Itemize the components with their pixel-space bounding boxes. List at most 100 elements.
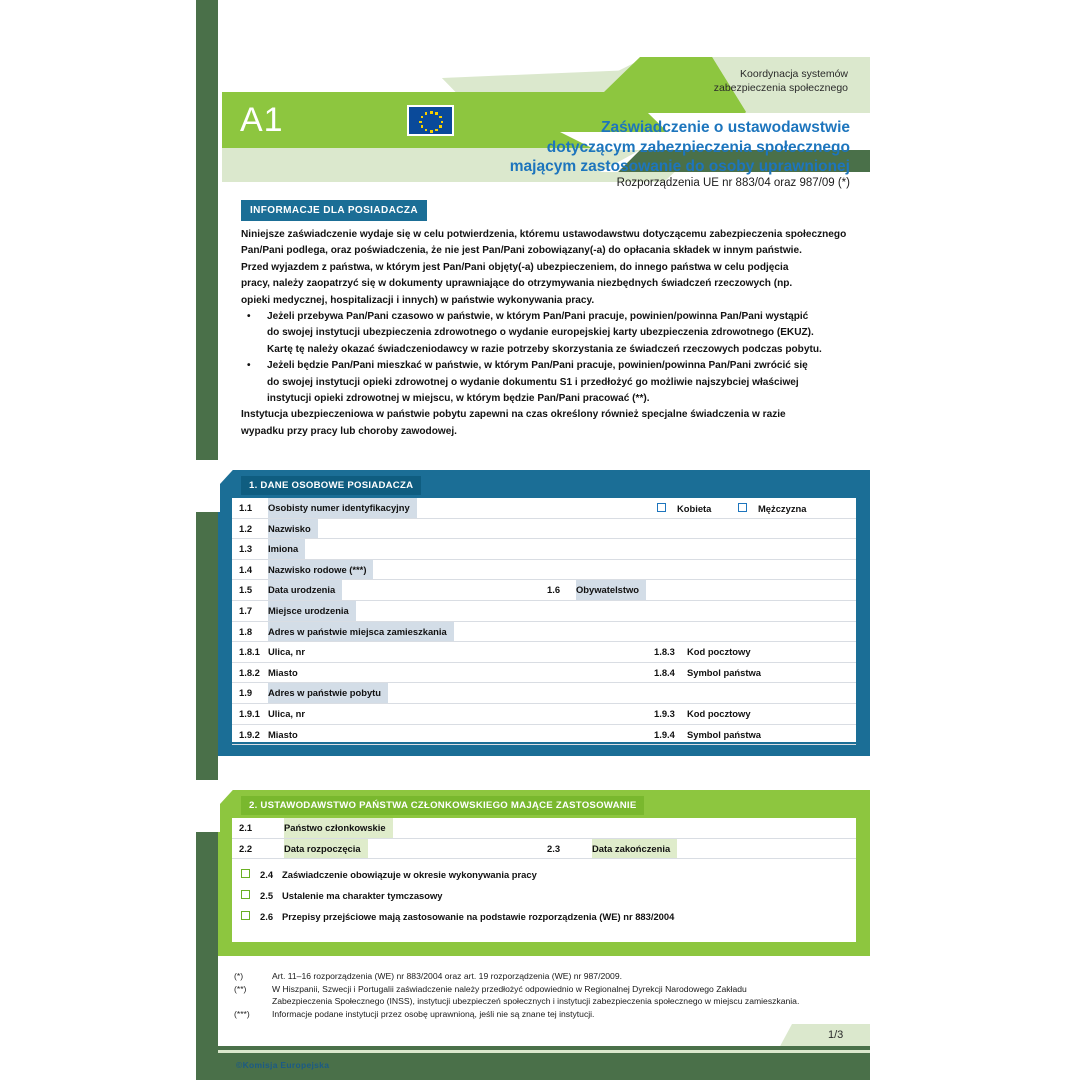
title-line-1: Zaświadczenie o ustawodawstwie — [601, 119, 850, 136]
row-label: Symbol państwa — [687, 728, 761, 740]
section-2-title: 2. USTAWODAWSTWO PAŃSTWA CZŁONKOWSKIEGO … — [241, 796, 645, 815]
checkbox-2-5-number: 2.5 — [260, 890, 274, 902]
info-bullet-item: • Jeżeli będzie Pan/Pani mieszkać w pańs… — [241, 358, 853, 407]
row-number: 2.3 — [547, 842, 561, 854]
row-number: 1.9.1 — [239, 707, 260, 719]
info-badge: INFORMACJE DLA POSIADACZA — [241, 200, 427, 221]
section-1-personal-data: 1. DANE OSOBOWE POSIADACZA 1.1 Osobisty … — [196, 460, 870, 756]
document-page: A1 Koordynacja systemów zabezpieczenia s… — [0, 0, 1080, 1080]
title-line-3: mającym zastosowanie do osoby uprawnione… — [509, 158, 850, 175]
footnote-marker: (*) — [234, 971, 244, 981]
row-number: 2.2 — [239, 842, 253, 854]
row-label: Nazwisko — [268, 518, 318, 539]
checkbox-2-6[interactable] — [241, 911, 250, 921]
row-label: Data rozpoczęcia — [284, 838, 368, 859]
table-row: 1.4 Nazwisko rodowe (***) — [232, 559, 856, 581]
checkbox-2-4[interactable] — [241, 869, 250, 879]
row-number: 1.2 — [239, 522, 253, 534]
row-number: 1.9.3 — [654, 707, 675, 719]
section-1-body: 1.1 Osobisty numer identyfikacyjny Kobie… — [232, 498, 856, 746]
section-2-body: 2.1 Państwo członkowskie 2.2 Data rozpoc… — [232, 818, 856, 942]
table-row: 1.8.1 Ulica, nr 1.8.3 Kod pocztowy — [232, 642, 856, 663]
info-bullet-list: • Jeżeli przebywa Pan/Pani czasowo w pań… — [241, 309, 853, 407]
row-label: Nazwisko rodowe (***) — [268, 559, 374, 580]
row-number: 1.8.1 — [239, 646, 260, 658]
table-row: 1.1 Osobisty numer identyfikacyjny Kobie… — [232, 498, 856, 519]
row-label: Adres w państwie miejsca zamieszkania — [268, 621, 454, 642]
checkbox-2-6-number: 2.6 — [260, 911, 274, 923]
table-row: 1.8 Adres w państwie miejsca zamieszkani… — [232, 621, 856, 643]
footnote-2: (**) W Hiszpanii, Szwecji i Portugalii z… — [234, 983, 862, 1008]
bullet-icon: • — [247, 311, 251, 323]
info-paragraph: pracy, należy zaopatrzyć się w dokumenty… — [241, 278, 793, 290]
row-label: Kod pocztowy — [687, 646, 751, 658]
row-number: 1.8.3 — [654, 646, 675, 658]
footnote-line: Art. 11–16 rozporządzenia (WE) nr 883/20… — [272, 971, 622, 981]
checkbox-female-label: Kobieta — [677, 503, 712, 514]
checkbox-2-4-number: 2.4 — [260, 869, 274, 881]
info-paragraph: Pan/Pani podlega, oraz poświadczenia, że… — [241, 245, 802, 257]
footnote-marker: (**) — [234, 983, 247, 994]
row-label: Data zakończenia — [592, 838, 678, 859]
bullet-line: do swojej instytucji opieki zdrowotnej o… — [267, 376, 799, 388]
bottom-accent-line — [218, 1050, 870, 1053]
footnote-1: (*) Art. 11–16 rozporządzenia (WE) nr 88… — [234, 970, 862, 983]
info-closing: wypadku przy pracy lub choroby zawodowej… — [241, 425, 457, 437]
checkbox-female[interactable] — [657, 503, 666, 512]
document-title: Zaświadczenie o ustawodawstwie dotyczący… — [510, 118, 850, 177]
title-line-2: dotyczącym zabezpieczenia społecznego — [546, 138, 850, 156]
footnote-3: (***) Informacje podane instytucji przez… — [234, 1008, 862, 1021]
table-row: 1.3 Imiona — [232, 539, 856, 560]
checkbox-row-2-4[interactable]: 2.4 Zaświadczenie obowiązuje w okresie w… — [232, 864, 856, 885]
bullet-line: Kartę tę należy okazać świadczeniodawcy … — [267, 343, 822, 355]
info-paragraph: opieki medycznej, hospitalizacji i innyc… — [241, 294, 595, 306]
footnotes: (*) Art. 11–16 rozporządzenia (WE) nr 88… — [234, 970, 862, 1020]
section-2-rows: 2.1 Państwo członkowskie 2.2 Data rozpoc… — [232, 818, 856, 927]
table-row: 2.1 Państwo członkowskie — [232, 818, 856, 839]
footnote-line: W Hiszpanii, Szwecji i Portugalii zaświa… — [272, 983, 747, 994]
checkbox-2-4-label: Zaświadczenie obowiązuje w okresie wykon… — [282, 869, 537, 881]
header-subject: Koordynacja systemów zabezpieczenia społ… — [714, 67, 848, 95]
bullet-icon: • — [247, 360, 251, 372]
row-label: Ulica, nr — [268, 646, 305, 658]
eu-flag-icon — [407, 105, 454, 136]
row-label: Ulica, nr — [268, 707, 305, 719]
row-label: Imiona — [268, 539, 306, 559]
row-label: Data urodzenia — [268, 580, 343, 600]
row-label: Kod pocztowy — [687, 707, 751, 719]
section-2-applicable-legislation: 2. USTAWODAWSTWO PAŃSTWA CZŁONKOWSKIEGO … — [196, 780, 870, 956]
header-subject-line2: zabezpieczenia społecznego — [713, 82, 848, 94]
footnote-line: Informacje podane instytucji przez osobę… — [272, 1008, 595, 1019]
row-number: 1.3 — [239, 543, 253, 555]
table-row: 1.2 Nazwisko — [232, 518, 856, 540]
bullet-line: instytucji opieki zdrowotnej w miejscu, … — [267, 393, 650, 405]
page-number: 1/3 — [828, 1029, 844, 1041]
info-bullet-item: • Jeżeli przebywa Pan/Pani czasowo w pań… — [241, 309, 853, 358]
row-label: Osobisty numer identyfikacyjny — [268, 498, 417, 518]
section-1-rows: 1.1 Osobisty numer identyfikacyjny Kobie… — [232, 498, 856, 746]
row-label: Miasto — [268, 666, 298, 678]
checkbox-2-5-label: Ustalenie ma charakter tymczasowy — [282, 890, 443, 902]
copyright-notice: ©Komisja Europejska — [236, 1060, 330, 1070]
footnote-line: Zabezpieczenia Społecznego (INSS), insty… — [272, 996, 800, 1007]
row-number: 1.8.2 — [239, 666, 260, 678]
row-number: 1.1 — [239, 502, 253, 513]
checkbox-male[interactable] — [738, 503, 747, 512]
table-row: 1.8.2 Miasto 1.8.4 Symbol państwa — [232, 663, 856, 684]
checkbox-2-6-label: Przepisy przejściowe mają zastosowanie n… — [282, 911, 675, 923]
checkbox-row-2-5[interactable]: 2.5 Ustalenie ma charakter tymczasowy — [232, 885, 856, 906]
row-number: 1.4 — [239, 563, 253, 575]
bullet-line: Jeżeli będzie Pan/Pani mieszkać w państw… — [267, 360, 808, 372]
document-header: A1 Koordynacja systemów zabezpieczenia s… — [0, 0, 1080, 200]
checkbox-2-5[interactable] — [241, 890, 250, 900]
row-number: 1.7 — [239, 604, 253, 616]
info-closing: Instytucja ubezpieczeniowa w państwie po… — [241, 409, 786, 421]
bullet-line: do swojej instytucji ubezpieczenia zdrow… — [267, 327, 814, 339]
checkbox-row-2-6[interactable]: 2.6 Przepisy przejściowe mają zastosowan… — [232, 906, 856, 927]
form-code: A1 — [240, 101, 284, 139]
row-label: Symbol państwa — [687, 666, 761, 678]
row-number: 1.9.2 — [239, 728, 260, 740]
section-1-title: 1. DANE OSOBOWE POSIADACZA — [241, 476, 422, 495]
table-row: 1.9 Adres w państwie pobytu — [232, 683, 856, 704]
row-number: 1.9 — [239, 687, 253, 699]
